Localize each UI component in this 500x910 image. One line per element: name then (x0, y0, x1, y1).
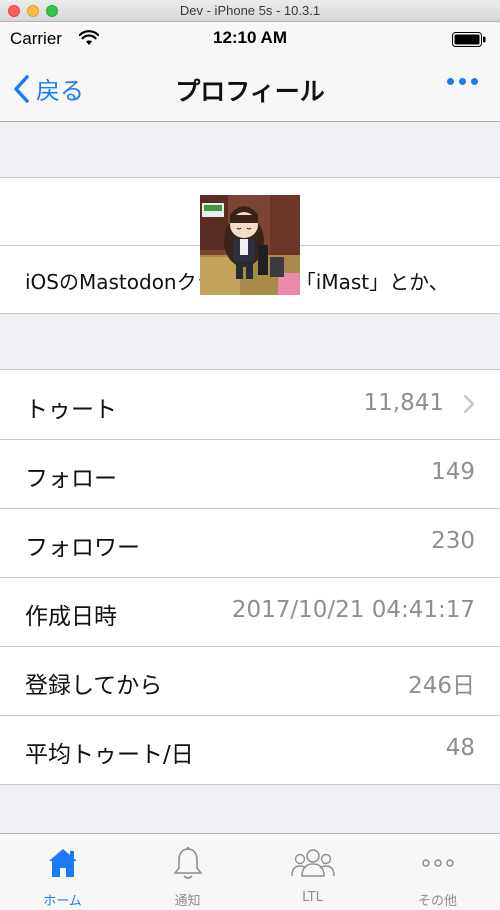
stat-value: 11,841 (363, 390, 444, 416)
stats-list: トゥート 11,841 フォロー 149 フォロワー 230 作成日時 2017… (0, 369, 500, 785)
stat-row-avg-toots: 平均トゥート/日 48 (0, 715, 500, 784)
stat-label: フォロワー (25, 535, 140, 561)
simulator-title-bar: Dev - iPhone 5s - 10.3.1 (0, 0, 500, 22)
ellipsis-dot-icon (447, 78, 454, 85)
tab-more[interactable]: その他 (375, 834, 500, 910)
stat-label: トゥート (25, 397, 117, 423)
status-bar: Carrier 12:10 AM (0, 22, 500, 56)
ellipsis-dot-icon (471, 78, 478, 85)
tab-home[interactable]: ホーム (0, 834, 125, 910)
battery-icon (452, 32, 486, 47)
stat-label: 作成日時 (25, 604, 117, 630)
tab-label: ホーム (43, 894, 82, 909)
stat-row-following: フォロー 149 (0, 439, 500, 508)
window-title: Dev - iPhone 5s - 10.3.1 (179, 3, 321, 18)
chevron-right-icon (463, 394, 475, 414)
stat-row-followers: フォロワー 230 (0, 508, 500, 577)
back-button[interactable]: 戻る (12, 71, 84, 106)
tab-bar: ホーム 通知 LTL その他 (0, 833, 500, 910)
stat-value: 149 (431, 459, 475, 485)
tab-label: その他 (417, 894, 457, 909)
bell-icon (173, 847, 202, 879)
avatar[interactable] (200, 195, 300, 295)
home-icon (48, 849, 77, 877)
chevron-left-icon (14, 74, 29, 103)
more-icon (421, 859, 454, 867)
avatar-image (200, 195, 300, 295)
tab-label: 通知 (174, 894, 201, 909)
stat-row-days-since: 登録してから 246日 (0, 646, 500, 715)
ellipsis-dot-icon (459, 78, 466, 85)
stat-value: 2017/10/21 04:41:17 (231, 597, 475, 623)
more-options-button[interactable] (447, 78, 478, 85)
stat-label: フォロー (25, 466, 117, 492)
status-time: 12:10 AM (212, 28, 287, 47)
tab-notifications[interactable]: 通知 (125, 834, 250, 910)
tab-label: LTL (302, 890, 323, 905)
stat-row-created-at: 作成日時 2017/10/21 04:41:17 (0, 577, 500, 646)
stat-label: 登録してから (25, 673, 163, 699)
stat-value: 48 (445, 735, 475, 761)
stat-value: 230 (431, 528, 475, 554)
stat-label: 平均トゥート/日 (25, 742, 194, 768)
people-icon (290, 849, 335, 877)
stat-row-toots[interactable]: トゥート 11,841 (0, 370, 500, 439)
back-button-label: 戻る (36, 77, 84, 105)
stat-value: 246日 (408, 673, 475, 699)
tab-ltl[interactable]: LTL (250, 834, 375, 910)
navigation-bar: 戻る プロフィール (0, 56, 500, 122)
